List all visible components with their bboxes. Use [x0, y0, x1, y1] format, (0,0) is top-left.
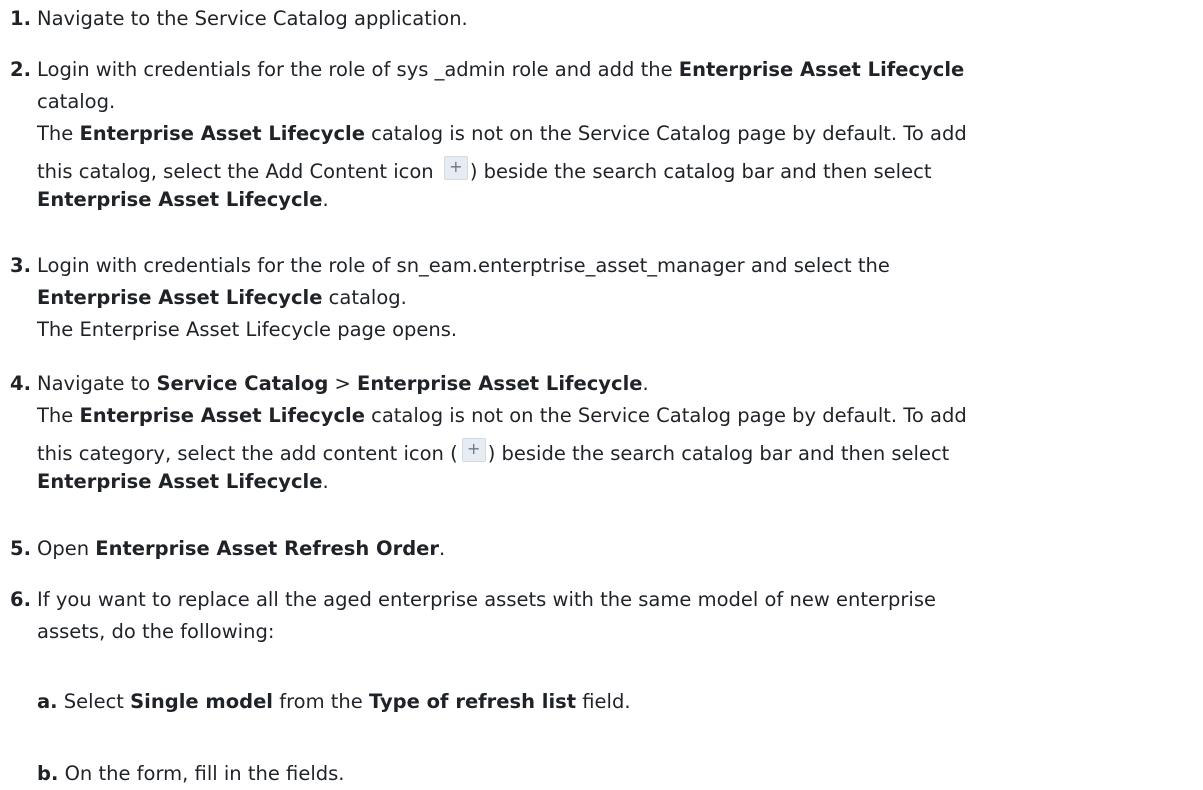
step-1: 1. Navigate to the Service Catalog appli… — [10, 3, 1195, 35]
menu-path-item: Service Catalog — [156, 372, 329, 395]
step-number: 2. — [10, 58, 31, 81]
step-text-line: Enterprise Asset Lifecycle catalog. — [37, 286, 407, 309]
substep-letter: b. — [37, 762, 59, 785]
step-number: 5. — [10, 537, 31, 560]
option-name: Single model — [130, 690, 273, 713]
substep-a: a. Select Single model from the Type of … — [37, 690, 631, 713]
form-name: Enterprise Asset Refresh Order — [95, 537, 440, 560]
step-text-line: assets, do the following: — [37, 620, 275, 643]
step-number: 3. — [10, 254, 31, 277]
catalog-name: Enterprise Asset Lifecycle — [678, 58, 965, 81]
catalog-name: Enterprise Asset Lifecycle — [37, 470, 323, 493]
step-text-line: catalog. — [37, 90, 116, 113]
step-2: 2. Login with credentials for the role o… — [10, 54, 1195, 216]
add-content-icon: + — [443, 156, 468, 180]
field-name: Type of refresh list — [368, 690, 577, 713]
step-3: 3. Login with credentials for the role o… — [10, 250, 1195, 346]
catalog-name: Enterprise Asset Lifecycle — [79, 122, 365, 145]
step-number: 6. — [10, 588, 31, 611]
add-content-icon: + — [461, 438, 486, 462]
step-5: 5. Open Enterprise Asset Refresh Order. — [10, 533, 1195, 565]
step-text-line: Login with credentials for the role of s… — [37, 58, 965, 81]
step-number: 4. — [10, 372, 31, 395]
menu-path-item: Enterprise Asset Lifecycle — [357, 372, 643, 395]
substep-b: b. On the form, fill in the fields. — [37, 762, 345, 785]
step-text-line: The Enterprise Asset Lifecycle page open… — [37, 318, 458, 341]
step-text-line: Login with credentials for the role of s… — [37, 254, 890, 277]
step-text-line: If you want to replace all the aged ente… — [37, 588, 936, 611]
step-text-line: Open Enterprise Asset Refresh Order. — [37, 537, 446, 560]
step-6: 6. If you want to replace all the aged e… — [10, 584, 1195, 648]
step-text-line: Enterprise Asset Lifecycle. — [37, 470, 329, 493]
step-number: 1. — [10, 7, 31, 30]
catalog-name: Enterprise Asset Lifecycle — [37, 188, 323, 211]
step-4: 4. Navigate to Service Catalog > Enterpr… — [10, 368, 1195, 498]
step-text-line: Enterprise Asset Lifecycle. — [37, 188, 329, 211]
catalog-name: Enterprise Asset Lifecycle — [37, 286, 323, 309]
step-text-line: The Enterprise Asset Lifecycle catalog i… — [37, 404, 967, 427]
step-text: Navigate to the Service Catalog applicat… — [37, 7, 468, 30]
substep-letter: a. — [37, 690, 58, 713]
step-text-line: The Enterprise Asset Lifecycle catalog i… — [37, 122, 967, 145]
catalog-name: Enterprise Asset Lifecycle — [79, 404, 365, 427]
step-text-line: Navigate to Service Catalog > Enterprise… — [37, 372, 649, 395]
